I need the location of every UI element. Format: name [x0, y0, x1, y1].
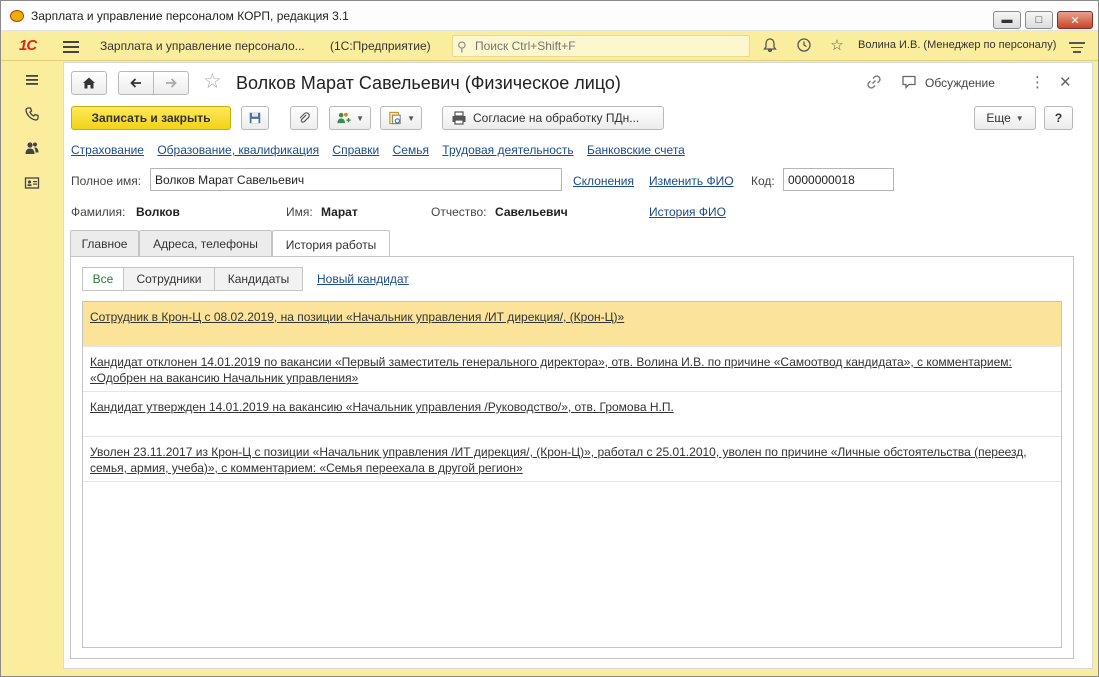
search-box[interactable]: ⚲: [452, 35, 750, 57]
list-item: Кандидат утвержден 14.01.2019 на ваканси…: [83, 392, 1061, 437]
list-item: Кандидат отклонен 14.01.2019 по вакансии…: [83, 347, 1061, 392]
create-related-button[interactable]: ▼: [329, 106, 371, 130]
history-entry-link[interactable]: Уволен 23.11.2017 из Крон-Ц с позиции «Н…: [90, 445, 1027, 475]
name-value: Марат: [321, 205, 358, 219]
filter-candidates[interactable]: Кандидаты: [214, 267, 303, 291]
link-family[interactable]: Семья: [393, 143, 429, 157]
consent-pdn-button[interactable]: Согласие на обработку ПДн...: [442, 106, 664, 130]
tab-addresses[interactable]: Адреса, телефоны: [139, 230, 272, 257]
home-button[interactable]: [71, 71, 107, 95]
tab-work-history[interactable]: История работы: [272, 230, 390, 258]
help-button[interactable]: ?: [1044, 106, 1073, 130]
history-entry-link[interactable]: Кандидат отклонен 14.01.2019 по вакансии…: [90, 355, 1012, 385]
form-content: ☆ Волков Марат Савельевич (Физическое ли…: [63, 62, 1093, 669]
filter-employees[interactable]: Сотрудники: [123, 267, 215, 291]
sections-menu-icon[interactable]: [23, 72, 41, 90]
title-bar: Зарплата и управление персоналом КОРП, р…: [1, 1, 1098, 31]
current-user[interactable]: Волина И.В. (Менеджер по персоналу): [858, 39, 1056, 51]
link-work-activity[interactable]: Трудовая деятельность: [442, 143, 573, 157]
surname-label: Фамилия:: [71, 205, 126, 219]
code-input[interactable]: [783, 168, 894, 191]
filter-all[interactable]: Все: [82, 267, 124, 291]
history-entry-link[interactable]: Сотрудник в Крон-Ц с 08.02.2019, на пози…: [90, 310, 624, 324]
app-logo-icon: [10, 10, 24, 22]
more-button[interactable]: Еще ▼: [974, 106, 1036, 130]
logo-1c: 1С: [19, 37, 37, 54]
app-bar: 1С Зарплата и управление персонало... (1…: [1, 31, 1098, 61]
more-options-icon[interactable]: ⋮: [1030, 73, 1045, 91]
surname-value: Волков: [136, 205, 180, 219]
link-bank-accounts[interactable]: Банковские счета: [587, 143, 685, 157]
print-documents-button[interactable]: ▼: [380, 106, 422, 130]
printer-icon: [452, 111, 466, 125]
related-links: Страхование Образование, квалификация Сп…: [71, 143, 695, 157]
close-form-icon[interactable]: ✕: [1059, 73, 1072, 91]
close-window-button[interactable]: ✕: [1057, 11, 1093, 29]
search-icon: ⚲: [457, 39, 467, 54]
dropdown-caret-icon: ▼: [407, 113, 415, 123]
phone-icon[interactable]: [23, 106, 41, 124]
history-icon[interactable]: [795, 37, 813, 55]
back-button[interactable]: [118, 71, 154, 95]
dropdown-caret-icon: ▼: [356, 113, 364, 123]
link-insurance[interactable]: Страхование: [71, 143, 144, 157]
id-card-icon[interactable]: [23, 175, 41, 193]
favorites-star-icon[interactable]: ☆: [828, 37, 846, 55]
new-candidate-link[interactable]: Новый кандидат: [317, 272, 409, 286]
save-and-close-button[interactable]: Записать и закрыть: [71, 106, 231, 130]
more-button-label: Еще: [986, 111, 1011, 125]
paperclip-icon: [299, 112, 310, 123]
app-platform: (1С:Предприятие): [330, 39, 431, 53]
full-name-input[interactable]: [150, 168, 562, 191]
work-history-panel: Все Сотрудники Кандидаты Новый кандидат …: [70, 256, 1074, 659]
maximize-button[interactable]: □: [1025, 11, 1053, 29]
window-title: Зарплата и управление персоналом КОРП, р…: [31, 9, 349, 23]
search-input[interactable]: [473, 38, 743, 54]
minimize-button[interactable]: ▬: [993, 11, 1021, 29]
name-label: Имя:: [286, 205, 313, 219]
change-fio-link[interactable]: Изменить ФИО: [649, 174, 734, 188]
patronymic-value: Савельевич: [495, 205, 568, 219]
save-disk-button[interactable]: [241, 106, 269, 130]
sidebar: [1, 62, 63, 676]
discussion-button[interactable]: Обсуждение: [925, 76, 995, 90]
full-name-label: Полное имя:: [71, 174, 142, 188]
bell-icon[interactable]: [761, 37, 779, 55]
tab-main[interactable]: Главное: [70, 230, 139, 257]
floppy-disk-icon: [249, 112, 261, 124]
settings-menu-icon[interactable]: [1069, 39, 1085, 56]
link-icon[interactable]: [866, 74, 882, 94]
dropdown-caret-icon: ▼: [1015, 113, 1024, 123]
users-icon[interactable]: [23, 140, 41, 158]
add-favorite-star-icon[interactable]: ☆: [203, 71, 222, 93]
patronymic-label: Отчество:: [431, 205, 487, 219]
app-title[interactable]: Зарплата и управление персонало...: [100, 39, 305, 53]
fio-history-link[interactable]: История ФИО: [649, 205, 726, 219]
forward-button[interactable]: [153, 71, 189, 95]
history-entry-link[interactable]: Кандидат утвержден 14.01.2019 на ваканси…: [90, 400, 674, 414]
link-education[interactable]: Образование, квалификация: [157, 143, 319, 157]
consent-pdn-label: Согласие на обработку ПДн...: [473, 111, 640, 125]
list-item: Сотрудник в Крон-Ц с 08.02.2019, на пози…: [83, 302, 1061, 347]
discussion-icon[interactable]: [901, 74, 917, 93]
link-certificates[interactable]: Справки: [332, 143, 379, 157]
code-label: Код:: [751, 174, 775, 188]
attach-files-button[interactable]: [290, 106, 318, 130]
work-history-list: Сотрудник в Крон-Ц с 08.02.2019, на пози…: [82, 301, 1062, 648]
app-window: Зарплата и управление персоналом КОРП, р…: [0, 0, 1099, 677]
people-add-icon: [337, 112, 351, 124]
declensions-link[interactable]: Склонения: [573, 174, 634, 188]
documents-icon: [389, 111, 401, 125]
hamburger-menu-icon[interactable]: [63, 38, 79, 54]
page-title: Волков Марат Савельевич (Физическое лицо…: [236, 73, 621, 93]
list-item: Уволен 23.11.2017 из Крон-Ц с позиции «Н…: [83, 437, 1061, 482]
